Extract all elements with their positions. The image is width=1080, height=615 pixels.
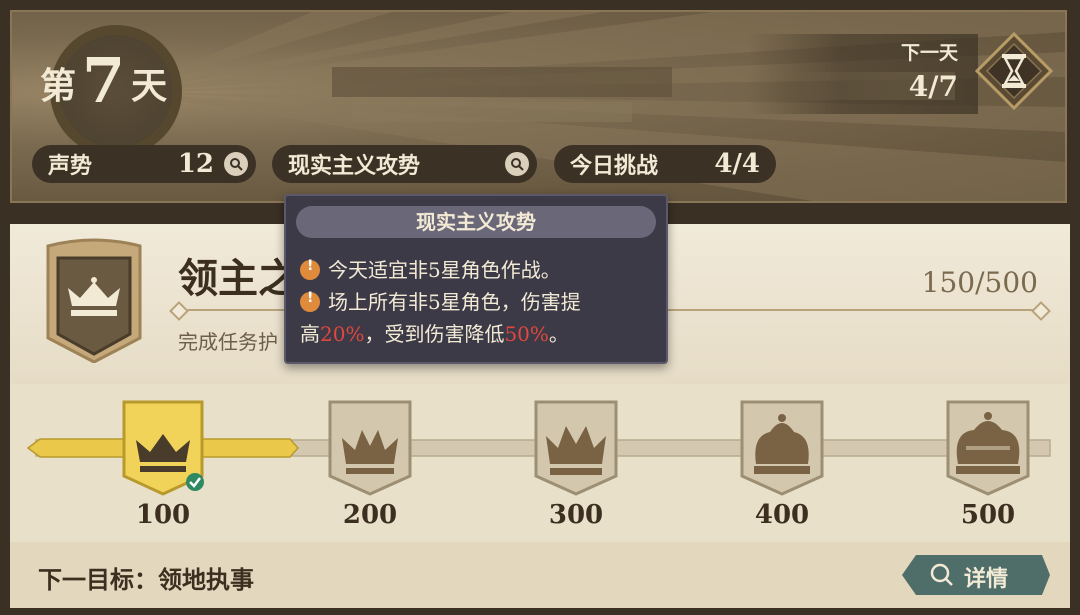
stat-momentum[interactable]: 声势 12 <box>32 145 256 183</box>
tooltip-line-3: 高20%，受到伤害降低50%。 <box>300 318 569 347</box>
milestone-400-label: 400 <box>754 500 810 530</box>
rank-subtitle: 完成任务护 <box>178 330 278 354</box>
tooltip-damage-reduction: 50% <box>504 322 549 346</box>
milestone-500-label: 500 <box>960 500 1016 530</box>
next-day-label: 下一天 <box>900 42 958 64</box>
day-prefix: 第 <box>40 65 77 107</box>
rank-badge <box>46 238 142 363</box>
stat-daily-challenge[interactable]: 今日挑战 4/4 <box>554 145 776 183</box>
tooltip-line-3-c: ，受到伤害降低 <box>364 322 505 346</box>
next-day-panel: 下一天 4/7 <box>748 34 978 114</box>
tooltip-title: 现实主义攻势 <box>296 206 656 238</box>
milestone-200-badge <box>328 400 412 496</box>
milestone-100-label: 100 <box>135 500 191 530</box>
search-icon[interactable] <box>505 152 529 176</box>
stat-realism-offensive[interactable]: 现实主义攻势 <box>272 145 537 183</box>
hourglass-icon[interactable] <box>975 32 1053 110</box>
info-icon <box>300 258 320 280</box>
stat-challenge-label: 今日挑战 <box>570 153 659 179</box>
tooltip-line-3-a: 高 <box>300 322 320 346</box>
rank-title: 领主之 <box>178 255 298 302</box>
search-icon[interactable] <box>224 152 248 176</box>
realism-offensive-tooltip: 现实主义攻势 今天适宜非5星角色作战。 场上所有非5星角色，伤害提 高20%，受… <box>284 194 668 364</box>
rank-progress: 150/500 <box>921 266 1038 299</box>
milestone-400-badge <box>740 400 824 496</box>
milestone-200-label: 200 <box>342 500 398 530</box>
stat-momentum-value: 12 <box>177 149 214 179</box>
check-icon <box>186 473 204 491</box>
day-counter: 第7 天 <box>40 40 168 117</box>
tooltip-line-3-e: 。 <box>548 322 569 346</box>
next-day-progress: 4/7 <box>908 70 958 103</box>
day-number: 7 <box>82 44 126 117</box>
details-label: 详情 <box>964 566 1009 592</box>
details-button[interactable]: 详情 <box>902 555 1050 595</box>
next-target-text: 下一目标：领地执事 <box>38 565 254 594</box>
tooltip-line-2: 场上所有非5星角色，伤害提 <box>300 286 581 315</box>
tooltip-damage-bonus: 20% <box>320 322 365 346</box>
stat-challenge-value: 4/4 <box>714 149 760 179</box>
milestone-300-badge <box>534 400 618 496</box>
milestone-300-label: 300 <box>548 500 604 530</box>
milestone-500-badge <box>946 400 1030 496</box>
stat-momentum-label: 声势 <box>48 153 93 179</box>
day-suffix: 天 <box>131 65 168 107</box>
tooltip-line-1-text: 今天适宜非5星角色作战。 <box>328 258 561 282</box>
tooltip-line-1: 今天适宜非5星角色作战。 <box>300 254 561 283</box>
tooltip-line-2-text: 场上所有非5星角色，伤害提 <box>328 290 581 314</box>
info-icon <box>300 290 320 312</box>
milestone-100-badge <box>122 400 204 496</box>
stat-realism-label: 现实主义攻势 <box>288 153 421 179</box>
